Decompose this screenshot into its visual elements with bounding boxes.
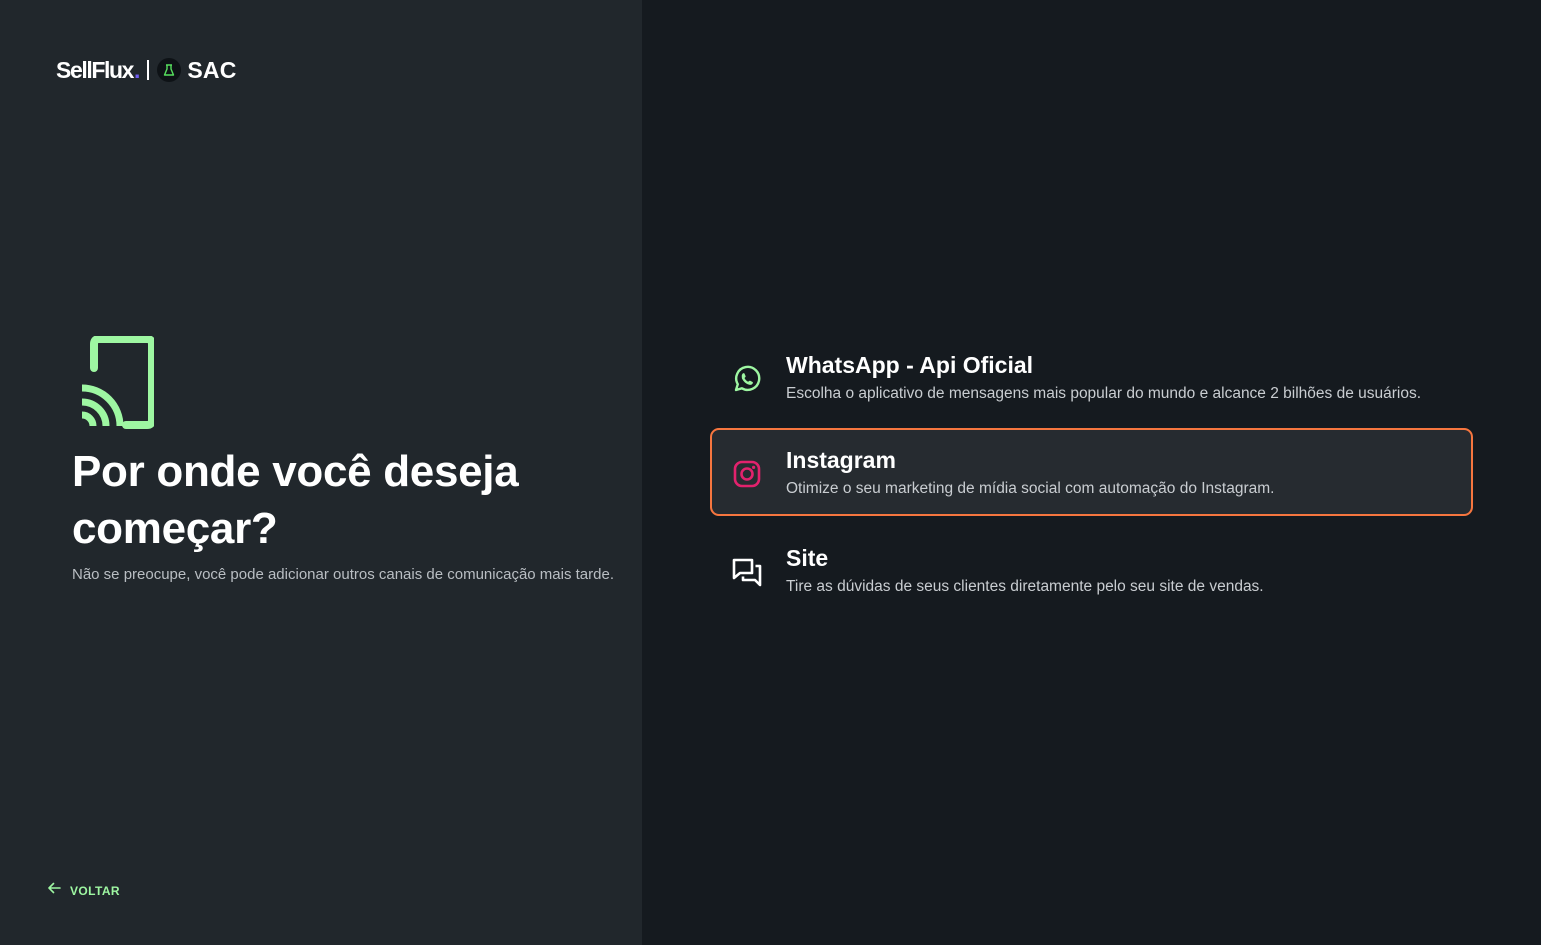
channel-option-whatsapp[interactable]: WhatsApp - Api Oficial Escolha o aplicat… [710,333,1473,421]
chat-bubbles-icon [731,556,763,588]
arrow-left-icon [46,880,62,901]
option-description: Escolha o aplicativo de mensagens mais p… [786,385,1422,402]
cast-connected-icon [78,335,156,432]
brand-dot: . [134,56,141,83]
sac-badge-icon [157,58,182,82]
brand-name: SellFlux [56,56,134,83]
option-description: Tire as dúvidas de seus clientes diretam… [786,578,1264,595]
logo-divider [147,60,150,80]
page-title: Por onde você deseja começar? [72,447,519,553]
channel-option-site[interactable]: Site Tire as dúvidas de seus clientes di… [710,526,1473,614]
option-title: Instagram [786,447,896,473]
product-name: SAC [187,56,237,83]
whatsapp-icon [731,363,763,395]
option-title: Site [786,545,829,571]
page-subtitle: Não se preocupe, você pode adicionar out… [72,566,614,583]
option-description: Otimize o seu marketing de mídia social … [786,480,1275,497]
option-title: WhatsApp - Api Oficial [786,352,1034,378]
left-panel: SellFlux . SAC Por onde você deseja come… [0,0,642,945]
instagram-icon [731,458,763,490]
back-button[interactable]: VOLTAR [46,880,120,901]
channel-option-instagram[interactable]: Instagram Otimize o seu marketing de míd… [710,428,1473,516]
back-label: VOLTAR [70,883,120,898]
brand-logo: SellFlux . SAC [56,56,237,84]
